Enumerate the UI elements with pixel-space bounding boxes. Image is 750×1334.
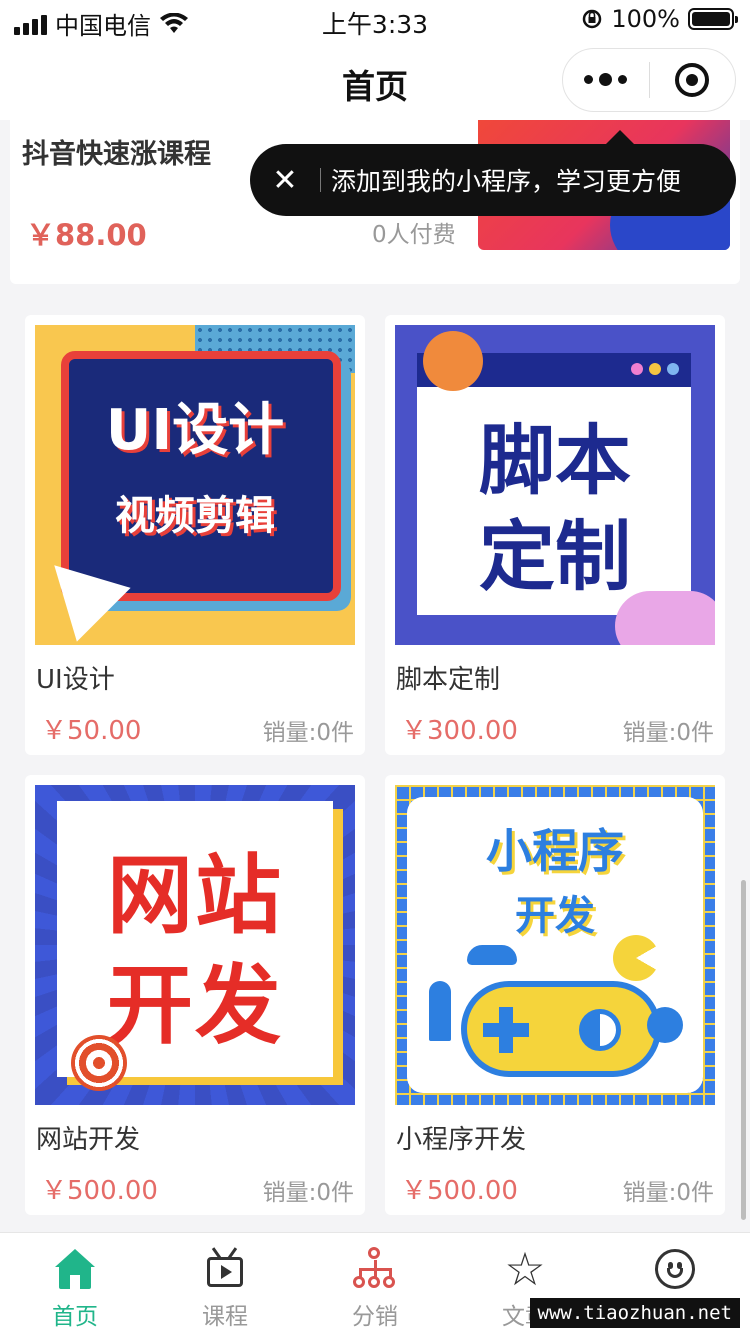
pacman-icon bbox=[613, 935, 659, 981]
tab-label: 课程 bbox=[202, 1304, 248, 1330]
product-card[interactable]: 小程序 开发 小程序开发 ￥500.00 销量:0件 bbox=[385, 775, 725, 1215]
bomb-icon bbox=[647, 1007, 683, 1043]
product-thumbnail: UI设计 视频剪辑 bbox=[35, 325, 355, 645]
product-name: UI设计 bbox=[36, 665, 115, 695]
home-icon bbox=[53, 1247, 97, 1291]
thumbnail-text: 脚本 bbox=[479, 416, 631, 505]
thumbnail-text: 视频剪辑 bbox=[115, 493, 275, 539]
featured-course-title: 抖音快速涨课程 bbox=[22, 139, 211, 170]
product-price: ￥50.00 bbox=[41, 716, 142, 746]
thumbnail-text: 开发 bbox=[515, 893, 595, 939]
thumbnail-text: 小程序 bbox=[486, 824, 624, 878]
watermark: www.tiaozhuan.net bbox=[529, 1298, 740, 1328]
tip-text: 添加到我的小程序，学习更方便 bbox=[331, 167, 682, 196]
product-name: 脚本定制 bbox=[396, 665, 501, 695]
close-miniprogram-icon bbox=[675, 63, 710, 97]
featured-course-paid-count: 0人付费 bbox=[372, 222, 456, 248]
product-card[interactable]: 脚本 定制 脚本定制 ￥300.00 销量:0件 bbox=[385, 315, 725, 755]
battery-icon bbox=[688, 8, 738, 30]
add-to-my-miniprogram-tip: ✕ 添加到我的小程序，学习更方便 bbox=[250, 130, 736, 216]
product-card[interactable]: UI设计 视频剪辑 UI设计 ￥50.00 销量:0件 bbox=[25, 315, 365, 755]
scrollbar[interactable] bbox=[741, 880, 746, 1220]
miniprogram-capsule bbox=[562, 48, 736, 112]
video-course-icon bbox=[203, 1247, 247, 1291]
product-thumbnail: 网站 开发 bbox=[35, 785, 355, 1105]
product-sales: 销量:0件 bbox=[622, 1180, 714, 1206]
product-price: ￥300.00 bbox=[401, 716, 518, 746]
product-thumbnail: 脚本 定制 bbox=[395, 325, 715, 645]
product-sales: 销量:0件 bbox=[262, 1180, 354, 1206]
tab-label: 分销 bbox=[352, 1304, 398, 1330]
product-card[interactable]: 网站 开发 网站开发 ￥500.00 销量:0件 bbox=[25, 775, 365, 1215]
rocket-icon bbox=[429, 981, 451, 1041]
distribution-icon bbox=[353, 1247, 397, 1291]
close-miniprogram-button[interactable] bbox=[650, 63, 736, 97]
close-icon[interactable]: ✕ bbox=[250, 163, 320, 198]
star-icon: ☆ bbox=[504, 1242, 546, 1296]
lightbulb-icon bbox=[423, 331, 483, 391]
product-name: 小程序开发 bbox=[396, 1125, 527, 1155]
status-right: 100% bbox=[581, 5, 738, 33]
orientation-lock-icon bbox=[583, 9, 602, 29]
tab-course[interactable]: 课程 bbox=[150, 1233, 300, 1334]
thumbnail-text: 网站 bbox=[107, 846, 283, 946]
more-icon[interactable] bbox=[563, 72, 649, 86]
smile-icon bbox=[653, 1247, 697, 1291]
product-sales: 销量:0件 bbox=[262, 720, 354, 746]
featured-course-price: ￥88.00 bbox=[26, 218, 147, 252]
ufo-icon bbox=[467, 945, 517, 965]
thumbnail-text: 定制 bbox=[479, 512, 631, 601]
battery-percent: 100% bbox=[611, 5, 680, 33]
target-icon bbox=[71, 1035, 127, 1091]
product-name: 网站开发 bbox=[36, 1125, 141, 1155]
status-bar: 中国电信 上午3:33 100% bbox=[0, 0, 750, 40]
tab-home[interactable]: 首页 bbox=[0, 1233, 150, 1334]
product-sales: 销量:0件 bbox=[622, 720, 714, 746]
nav-bar: 首页 bbox=[0, 40, 750, 120]
product-price: ￥500.00 bbox=[401, 1176, 518, 1206]
tab-label: 首页 bbox=[52, 1304, 98, 1330]
product-price: ￥500.00 bbox=[41, 1176, 158, 1206]
thumbnail-text: UI设计 bbox=[105, 398, 285, 463]
product-thumbnail: 小程序 开发 bbox=[395, 785, 715, 1105]
tab-distribution[interactable]: 分销 bbox=[300, 1233, 450, 1334]
